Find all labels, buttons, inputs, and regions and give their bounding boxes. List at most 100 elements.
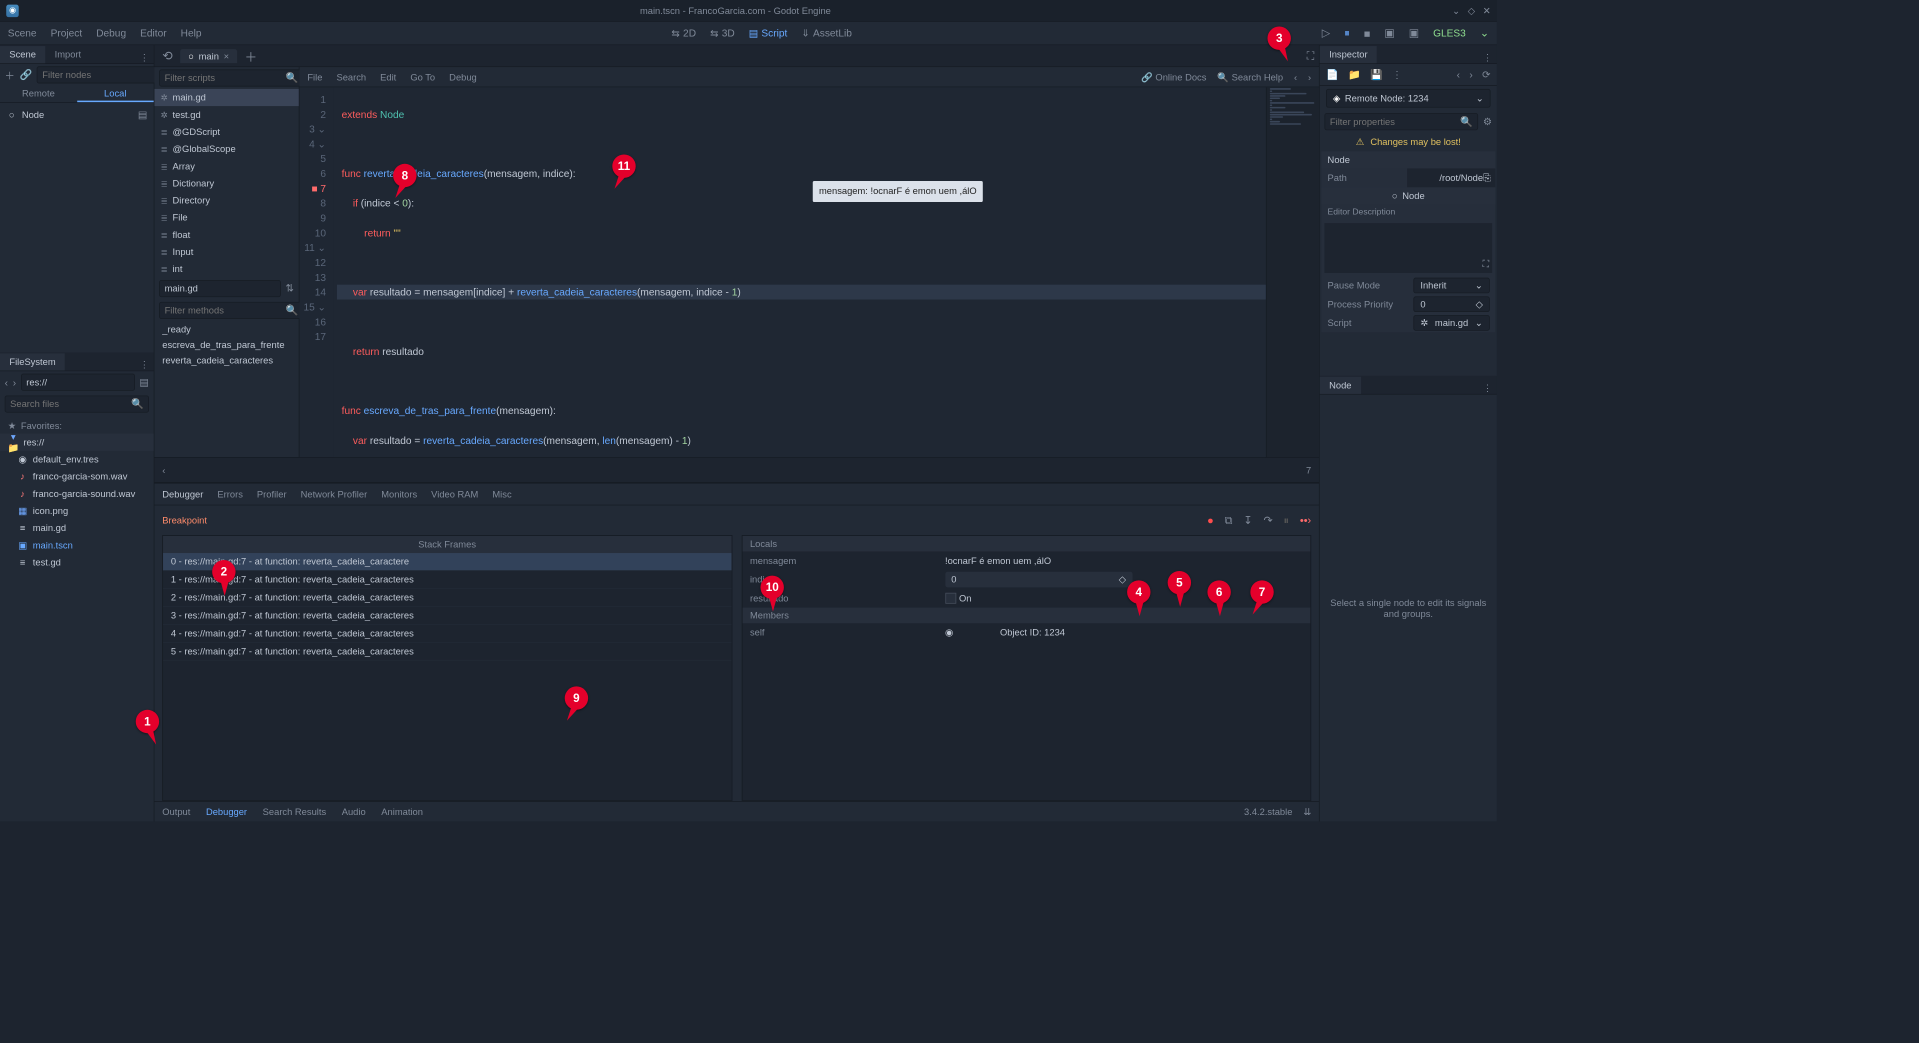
filter-methods-input[interactable]: 🔍 [159, 302, 303, 319]
spinner-icon[interactable]: ◇ [1119, 574, 1126, 585]
bottom-animation[interactable]: Animation [381, 806, 423, 817]
fs-item[interactable]: ▦icon.png [0, 502, 154, 519]
bottom-search[interactable]: Search Results [263, 806, 326, 817]
menu-editor[interactable]: Editor [140, 27, 166, 39]
dbg-tab-errors[interactable]: Errors [217, 489, 242, 500]
path-value[interactable]: /root/Node ⎘ [1407, 168, 1495, 187]
menu-scene[interactable]: Scene [8, 27, 37, 39]
stack-row[interactable]: 5 - res://main.gd:7 - at function: rever… [163, 643, 731, 661]
node-tab[interactable]: Node [1320, 377, 1361, 394]
back-icon[interactable]: ‹ [1457, 69, 1460, 81]
dbg-tab-network[interactable]: Network Profiler [301, 489, 368, 500]
dock-menu-icon[interactable]: ⋮ [135, 52, 154, 63]
expand-icon[interactable]: ⛶ [1482, 258, 1489, 270]
nav-next-icon[interactable]: › [1308, 71, 1311, 82]
continue-button[interactable]: ••› [1300, 514, 1311, 526]
close-icon[interactable]: ✕ [1483, 5, 1491, 16]
search-files-input[interactable]: 🔍 [5, 395, 149, 412]
close-tab-icon[interactable]: × [224, 50, 229, 61]
editor-tab-main[interactable]: ○ main × [180, 49, 236, 63]
menu-debug[interactable]: Debug [96, 27, 126, 39]
script-item[interactable]: ≣Dictionary [154, 175, 298, 192]
o-node[interactable]: ○Node [1321, 187, 1495, 204]
copy-icon[interactable]: ⎘ [1483, 172, 1490, 184]
script-item[interactable]: ≣Array [154, 158, 298, 175]
sort-icon[interactable]: ⇅ [286, 282, 295, 294]
dbg-tab-profiler[interactable]: Profiler [257, 489, 287, 500]
bottom-audio[interactable]: Audio [342, 806, 366, 817]
forward-icon[interactable]: › [1469, 69, 1472, 81]
minimize-icon[interactable]: ⌄ [1452, 5, 1460, 16]
history-icon[interactable]: ⋮ [1392, 68, 1402, 80]
link-icon[interactable]: 🔗 [20, 69, 33, 81]
nav-back-icon[interactable]: ⟲ [159, 48, 176, 64]
stop-button[interactable]: ■ [1364, 27, 1371, 39]
online-docs-link[interactable]: 🔗 Online Docs [1141, 71, 1206, 82]
fs-item[interactable]: ♪franco-garcia-sound.wav [0, 485, 154, 502]
add-tab-icon[interactable]: ＋ [242, 46, 261, 65]
editor-menu-goto[interactable]: Go To [410, 71, 435, 82]
play-button[interactable]: ▷ [1322, 27, 1330, 40]
indice-spinner[interactable]: 0◇ [945, 572, 1132, 588]
refresh-icon[interactable]: ⟳ [1482, 68, 1491, 80]
editor-menu-search[interactable]: Search [336, 71, 366, 82]
code-content[interactable]: extends Node func reverta_cadeia_caracte… [334, 87, 1266, 457]
stack-row[interactable]: 1 - res://main.gd:7 - at function: rever… [163, 571, 731, 589]
step-into-button[interactable]: ↧ [1243, 514, 1252, 527]
back-icon[interactable]: ‹ [5, 376, 8, 388]
resultado-checkbox[interactable] [945, 593, 956, 604]
selected-script[interactable]: main.gd [159, 280, 281, 297]
break-button[interactable]: ⏸ [1284, 514, 1289, 527]
skip-breakpoints-button[interactable]: ● [1207, 514, 1214, 526]
script-item[interactable]: ✲test.gd [154, 106, 298, 123]
code-nav-back-icon[interactable]: ‹ [162, 464, 165, 475]
pause-mode-dropdown[interactable]: Inherit⌄ [1413, 278, 1489, 294]
menu-project[interactable]: Project [51, 27, 83, 39]
dbg-tab-debugger[interactable]: Debugger [162, 489, 203, 500]
dock-menu-icon[interactable]: ⋮ [135, 360, 154, 371]
local-subtab[interactable]: Local [77, 86, 154, 102]
script-item[interactable]: ≣Directory [154, 192, 298, 209]
fs-item[interactable]: ◉default_env.tres [0, 451, 154, 468]
remote-subtab[interactable]: Remote [0, 86, 77, 102]
method-item[interactable]: reverta_cadeia_caracteres [154, 353, 298, 369]
scene-root-node[interactable]: ○ Node ▤ [0, 106, 154, 123]
inspector-tab[interactable]: Inspector [1320, 46, 1377, 63]
dock-menu-icon[interactable]: ⋮ [1478, 52, 1497, 63]
scene-tab[interactable]: Scene [0, 46, 45, 63]
script-item[interactable]: ≣@GlobalScope [154, 140, 298, 157]
stack-row[interactable]: 3 - res://main.gd:7 - at function: rever… [163, 607, 731, 625]
save-resource-icon[interactable]: 💾 [1370, 68, 1383, 80]
dock-menu-icon[interactable]: ⋮ [1478, 383, 1497, 394]
workspace-script[interactable]: ▤Script [749, 27, 788, 39]
import-tab[interactable]: Import [45, 46, 90, 63]
bottom-debugger[interactable]: Debugger [206, 806, 247, 817]
load-resource-icon[interactable]: 📁 [1348, 68, 1361, 80]
fs-item[interactable]: ≡test.gd [0, 554, 154, 571]
fs-item[interactable]: ≡main.gd [0, 519, 154, 536]
workspace-assetlib[interactable]: ⇓AssetLib [801, 27, 852, 39]
pause-button[interactable]: ⏸ [1344, 27, 1349, 40]
menu-help[interactable]: Help [181, 27, 202, 39]
priority-spinner[interactable]: 0◇ [1413, 296, 1489, 312]
editor-menu-file[interactable]: File [307, 71, 322, 82]
script-item[interactable]: ≣@GDScript [154, 123, 298, 140]
minimap[interactable] [1266, 87, 1319, 457]
workspace-3d[interactable]: ⇆3D [710, 27, 735, 39]
settings-icon[interactable]: ⚙ [1483, 115, 1492, 127]
editor-menu-debug[interactable]: Debug [449, 71, 477, 82]
filter-scripts-input[interactable]: 🔍 [159, 69, 303, 86]
copy-button[interactable]: ⧉ [1225, 514, 1233, 527]
renderer-label[interactable]: GLES3 [1433, 27, 1466, 39]
workspace-2d[interactable]: ⇆2D [671, 27, 696, 39]
new-resource-icon[interactable]: 📄 [1326, 68, 1339, 80]
stack-row[interactable]: 2 - res://main.gd:7 - at function: rever… [163, 589, 731, 607]
play-scene-button[interactable]: ▣ [1384, 27, 1394, 40]
add-node-button[interactable]: ＋ [5, 67, 15, 82]
section-node[interactable]: Node [1321, 151, 1495, 168]
editor-desc-field[interactable]: ⛶ [1324, 223, 1492, 273]
script-item[interactable]: ≣Input [154, 243, 298, 260]
split-icon[interactable]: ▤ [139, 376, 149, 388]
fs-item[interactable]: ▣main.tscn [0, 537, 154, 554]
fs-item[interactable]: ♪franco-garcia-som.wav [0, 468, 154, 485]
